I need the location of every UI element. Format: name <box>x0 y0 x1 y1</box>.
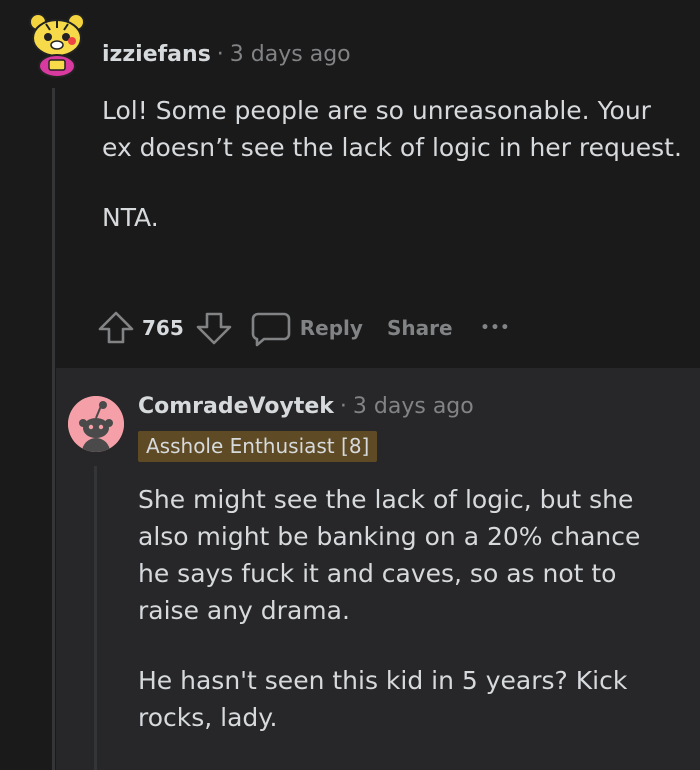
upvote-arrow-icon[interactable] <box>96 308 136 348</box>
comment-timestamp[interactable]: 3 days ago <box>230 42 351 67</box>
reply-timestamp[interactable]: 3 days ago <box>353 394 474 419</box>
user-avatar[interactable] <box>26 10 88 78</box>
reply-paragraph: He hasn't seen this kid in 5 years? Kick… <box>138 666 628 732</box>
user-flair-badge: Asshole Enthusiast [8] <box>138 431 378 462</box>
downvote-arrow-icon[interactable] <box>194 308 234 348</box>
share-button[interactable]: Share <box>387 316 453 340</box>
comment-paragraph: NTA. <box>102 203 159 232</box>
meta-separator: · <box>339 394 347 419</box>
comment-body: Lol! Some people are so unreasonable. Yo… <box>102 92 682 269</box>
comment-meta: izziefans · 3 days ago <box>102 40 351 70</box>
comment-actions: 765 Reply Share ••• <box>96 308 510 348</box>
reply-user-avatar[interactable] <box>68 396 124 452</box>
vote-score: 765 <box>142 316 184 340</box>
reply-button[interactable]: Reply <box>300 316 363 340</box>
reply-body: She might see the lack of logic, but she… <box>138 481 678 769</box>
comment-paragraph: Lol! Some people are so unreasonable. Yo… <box>102 96 682 162</box>
snoo-tiger-avatar-icon <box>29 13 85 78</box>
reply-thread-line[interactable] <box>94 466 97 770</box>
comment-bubble-icon[interactable] <box>250 308 292 348</box>
reply-meta: ComradeVoytek · 3 days ago <box>138 392 474 422</box>
thread-line[interactable] <box>52 88 55 770</box>
more-options-button[interactable]: ••• <box>481 320 511 336</box>
comment-username[interactable]: izziefans <box>102 42 211 67</box>
meta-separator: · <box>216 42 224 67</box>
reply-paragraph: She might see the lack of logic, but she… <box>138 485 641 625</box>
snoo-default-avatar-icon <box>68 396 124 452</box>
reply-username[interactable]: ComradeVoytek <box>138 394 334 419</box>
